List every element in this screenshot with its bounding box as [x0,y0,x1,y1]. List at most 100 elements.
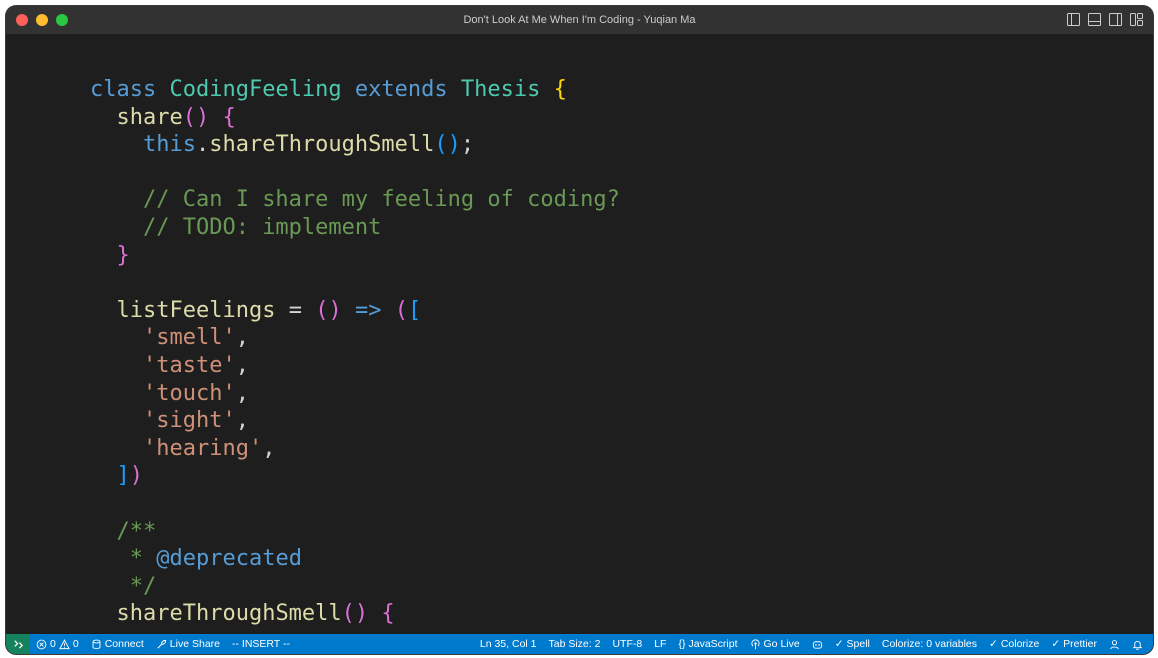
language-mode[interactable]: {} JavaScript [672,634,743,654]
minimize-window-button[interactable] [36,14,48,26]
code-line[interactable]: */ [90,573,620,601]
code-line[interactable]: class CodingFeeling extends Thesis { [90,76,620,104]
toggle-sidebar-icon[interactable] [1067,13,1080,26]
code-token: 'hearing' [142,435,263,461]
prettier-button[interactable]: ✓ Prettier [1045,634,1103,654]
live-share-icon [157,639,166,649]
vim-mode-label: -- INSERT -- [232,638,290,650]
copilot-icon [812,640,822,649]
connect-button[interactable]: Connect [85,634,150,654]
code-line[interactable]: listFeelings = () => ([ [90,297,620,325]
code-token: 'touch' [142,380,236,406]
code-token: , [235,408,249,434]
language-label: JavaScript [688,638,738,650]
code-line[interactable]: // Can I share my feeling of coding? [90,186,620,214]
remote-icon [13,639,23,649]
tab-size[interactable]: Tab Size: 2 [543,634,607,654]
go-live-button[interactable]: Go Live [744,634,806,654]
window-controls [16,14,68,26]
code-line[interactable]: ​ [90,159,620,187]
code-token: */ [129,573,157,599]
accounts-button[interactable] [1103,634,1126,654]
account-icon [1110,639,1119,649]
eol-label: LF [654,638,667,650]
copilot-button[interactable] [806,634,829,654]
code-line[interactable]: * @deprecated [90,545,620,573]
code-line[interactable]: 'touch', [90,380,620,408]
end-of-line[interactable]: LF [648,634,672,654]
toggle-panel-icon[interactable] [1088,13,1101,26]
spell-button[interactable]: ✓ Spell [829,634,876,654]
code-token: ] [116,463,130,489]
code-line[interactable]: this.shareThroughSmell(); [90,131,620,159]
toggle-secondary-sidebar-icon[interactable] [1109,13,1122,26]
code-token: () [182,104,210,130]
encoding[interactable]: UTF-8 [606,634,648,654]
code-token: , [235,325,249,351]
code-line[interactable]: ​ [90,490,620,518]
database-icon [92,639,101,649]
error-count: 0 [50,638,56,650]
code-editor[interactable]: class CodingFeeling extends Thesis { sha… [6,34,1153,634]
live-share-label: Live Share [169,638,220,650]
code-line[interactable]: 'smell', [90,324,620,352]
check-icon: ✓ [834,638,844,650]
cursor-position-label: Ln 35, Col 1 [479,638,537,650]
customize-layout-icon[interactable] [1130,13,1143,26]
code-token: () [434,132,461,158]
code-token: * [129,546,157,572]
code-token: ) [129,463,143,489]
code-line[interactable]: ]) [90,462,620,490]
remote-indicator[interactable] [6,634,30,654]
code-token: class [90,77,157,102]
notifications-button[interactable] [1126,634,1149,654]
problems-indicator[interactable]: 0 0 [30,634,85,654]
maximize-window-button[interactable] [56,14,68,26]
code-line[interactable]: share() { [90,104,620,132]
code-line[interactable]: // TODO: implement [90,214,620,242]
double-check-icon: ✓ [1051,638,1061,650]
connect-label: Connect [104,638,144,650]
code-token: { [381,601,395,627]
colorize-button[interactable]: ✓ Colorize [983,634,1045,654]
status-bar: 0 0 Connect Live Share -- INSERT -- Ln 3… [6,634,1153,654]
code-line[interactable]: /** [90,518,620,546]
go-live-label: Go Live [763,638,800,650]
code-line[interactable]: } [90,242,620,270]
code-token: , [262,435,276,461]
code-line[interactable]: 'hearing', [90,435,620,463]
code-token: // TODO: implement [142,214,382,240]
live-share-button[interactable]: Live Share [150,634,226,654]
code-line[interactable]: shareThroughSmell() { [90,600,620,628]
code-token: 'smell' [142,325,236,351]
code-line[interactable]: 'sight', [90,407,620,435]
code-token: [ [407,297,422,323]
close-window-button[interactable] [16,14,28,26]
editor-window: Don't Look At Me When I'm Coding - Yuqia… [6,6,1153,654]
vim-mode: -- INSERT -- [226,634,296,654]
layout-controls [1067,13,1143,26]
title-bar: Don't Look At Me When I'm Coding - Yuqia… [6,6,1153,34]
code-content[interactable]: class CodingFeeling extends Thesis { sha… [90,76,620,628]
code-line[interactable]: 'taste', [90,352,620,380]
code-token: () [341,601,369,627]
code-token: // Can I share my feeling of coding? [142,187,620,213]
cursor-position[interactable]: Ln 35, Col 1 [474,634,543,654]
code-line[interactable]: ​ [90,269,620,297]
colorize-variables[interactable]: Colorize: 0 variables [876,634,983,654]
error-icon [36,639,47,649]
